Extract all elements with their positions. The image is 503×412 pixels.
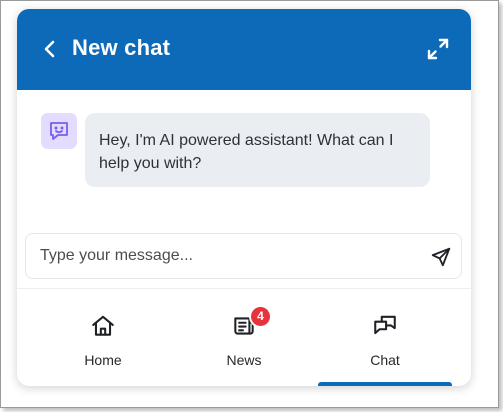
back-button[interactable] bbox=[39, 37, 61, 61]
nav-item-news[interactable]: 4 News bbox=[174, 289, 314, 386]
expand-arrows-icon bbox=[427, 38, 449, 60]
chat-title: New chat bbox=[72, 35, 171, 60]
chat-header: New chat bbox=[17, 9, 471, 90]
nav-item-home[interactable]: Home bbox=[33, 289, 173, 386]
expand-button[interactable] bbox=[427, 38, 449, 60]
send-button[interactable] bbox=[429, 245, 453, 269]
active-tab-indicator bbox=[318, 382, 452, 386]
nav-icon-wrap bbox=[89, 312, 117, 340]
message-list: Hey, I'm AI powered assistant! What can … bbox=[17, 90, 471, 230]
assistant-message: Hey, I'm AI powered assistant! What can … bbox=[85, 113, 430, 187]
message-composer bbox=[25, 233, 462, 279]
chat-widget: New chat Hey, I'm AI powered assistant! … bbox=[17, 9, 471, 386]
nav-label-chat: Chat bbox=[370, 352, 400, 368]
nav-label-news: News bbox=[226, 352, 262, 368]
nav-label-home: Home bbox=[84, 352, 122, 368]
send-icon bbox=[431, 247, 451, 267]
chevron-left-icon bbox=[44, 40, 55, 58]
chat-bot-face-icon bbox=[50, 122, 68, 140]
news-badge: 4 bbox=[251, 307, 270, 326]
home-icon bbox=[92, 315, 114, 336]
message-input[interactable] bbox=[40, 234, 410, 278]
nav-icon-wrap bbox=[371, 312, 399, 340]
chat-bubbles-icon bbox=[374, 315, 396, 335]
bottom-nav: Home 4 News Chat bbox=[17, 289, 471, 386]
assistant-avatar bbox=[41, 113, 77, 149]
nav-item-chat[interactable]: Chat bbox=[315, 289, 455, 386]
